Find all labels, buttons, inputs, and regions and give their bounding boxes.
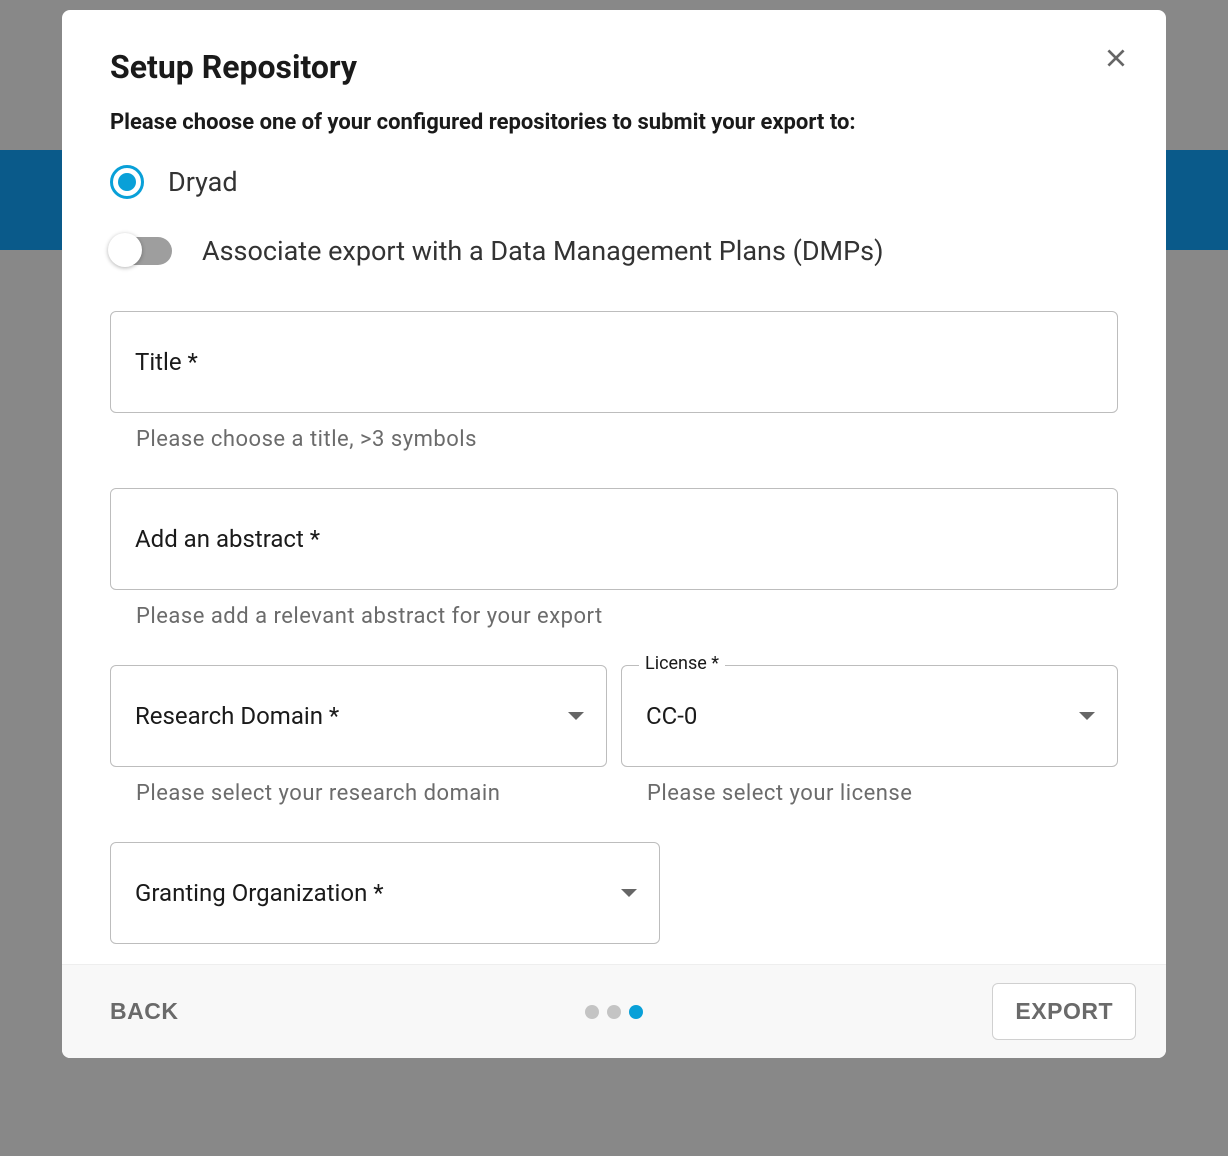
export-button[interactable]: EXPORT: [992, 983, 1136, 1040]
instruction-text: Please choose one of your configured rep…: [110, 110, 1118, 135]
repository-radio-row[interactable]: Dryad: [110, 165, 1118, 199]
license-col: License * CC-0 Please select your licens…: [621, 665, 1118, 806]
license-value: CC-0: [646, 702, 697, 730]
abstract-input[interactable]: [110, 488, 1118, 590]
toggle-thumb: [108, 233, 142, 267]
research-domain-select[interactable]: Research Domain *: [110, 665, 607, 767]
modal-body: Please choose one of your configured rep…: [62, 110, 1166, 964]
domain-license-row: Research Domain * Please select your res…: [110, 665, 1118, 806]
dmp-toggle[interactable]: [110, 237, 172, 265]
radio-checked-icon: [118, 173, 136, 191]
granting-org-label: Granting Organization *: [135, 879, 384, 907]
repository-radio-label: Dryad: [168, 166, 238, 198]
abstract-field-group: Please add a relevant abstract for your …: [110, 488, 1118, 629]
setup-repository-modal: Setup Repository Please choose one of yo…: [62, 10, 1166, 1058]
dmp-toggle-label: Associate export with a Data Management …: [202, 235, 884, 267]
license-select[interactable]: CC-0: [621, 665, 1118, 767]
granting-org-select[interactable]: Granting Organization *: [110, 842, 660, 944]
back-button[interactable]: BACK: [110, 998, 178, 1025]
license-floating-label: License *: [639, 653, 725, 674]
modal-header: Setup Repository: [62, 10, 1166, 110]
research-domain-label: Research Domain *: [135, 702, 339, 730]
step-dot-2[interactable]: [607, 1005, 621, 1019]
step-dot-3[interactable]: [629, 1005, 643, 1019]
modal-title: Setup Repository: [110, 48, 1118, 86]
repository-radio[interactable]: [110, 165, 144, 199]
close-button[interactable]: [1096, 38, 1136, 78]
modal-footer: BACK EXPORT: [62, 964, 1166, 1058]
abstract-helper: Please add a relevant abstract for your …: [110, 604, 1118, 629]
title-field-group: Please choose a title, >3 symbols: [110, 311, 1118, 452]
granting-org-col: Granting Organization *: [110, 842, 660, 944]
title-input[interactable]: [110, 311, 1118, 413]
license-helper: Please select your license: [621, 781, 1118, 806]
dmp-toggle-row: Associate export with a Data Management …: [110, 235, 1118, 267]
research-domain-col: Research Domain * Please select your res…: [110, 665, 607, 806]
title-helper: Please choose a title, >3 symbols: [110, 427, 1118, 452]
chevron-down-icon: [1079, 712, 1095, 720]
chevron-down-icon: [621, 889, 637, 897]
research-domain-helper: Please select your research domain: [110, 781, 607, 806]
close-icon: [1103, 45, 1129, 71]
step-dot-1[interactable]: [585, 1005, 599, 1019]
stepper-dots: [585, 1005, 643, 1019]
modal-overlay: Setup Repository Please choose one of yo…: [0, 0, 1228, 1156]
chevron-down-icon: [568, 712, 584, 720]
